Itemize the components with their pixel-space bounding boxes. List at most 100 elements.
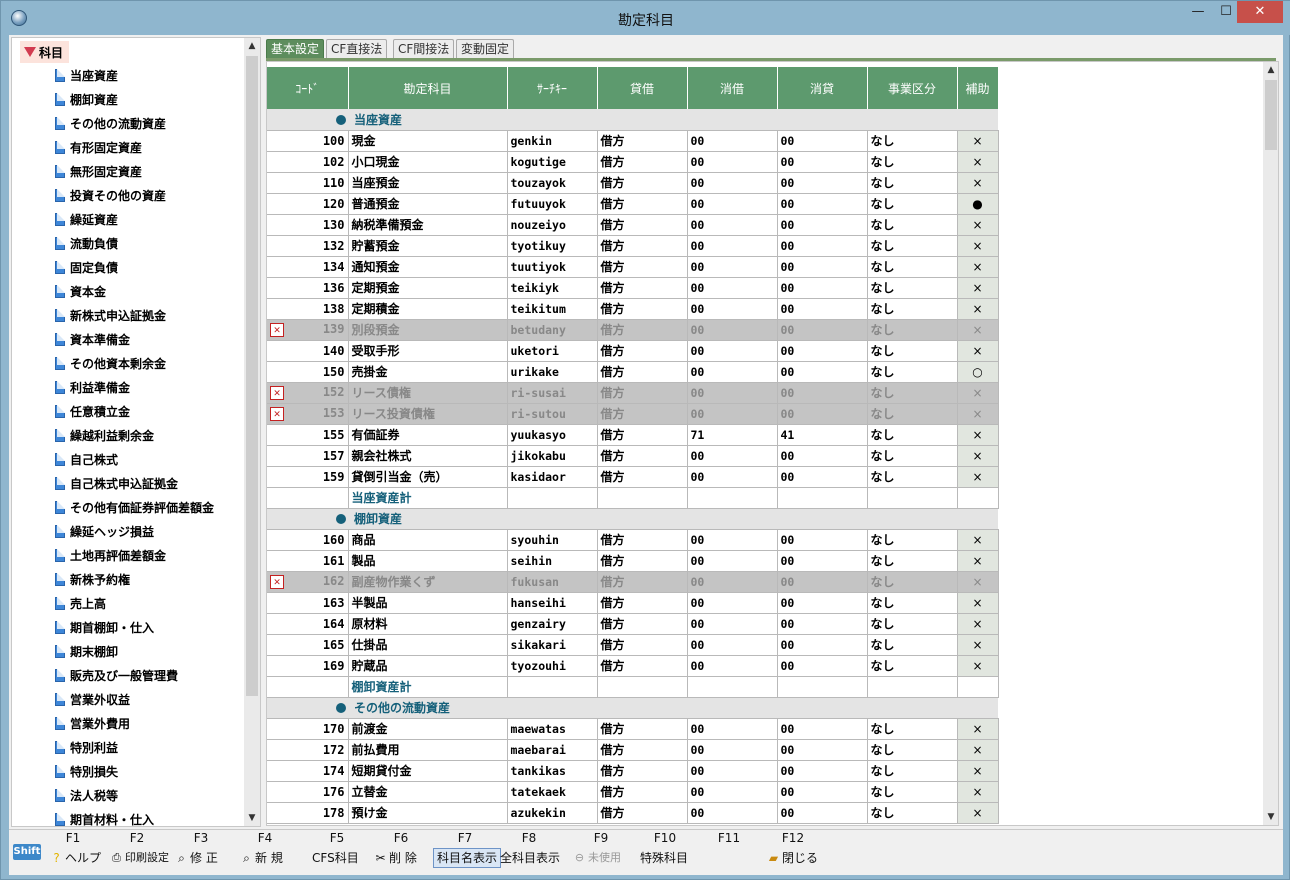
jigyo-cell[interactable]: なし (867, 571, 958, 593)
tree-item[interactable]: 自己株式 (55, 448, 118, 470)
shoshaku-cell[interactable]: 00 (687, 634, 778, 656)
hojo-cell[interactable]: × (957, 130, 999, 152)
account-name-cell[interactable]: 製品 (348, 550, 508, 572)
code-cell[interactable]: 110 (267, 172, 349, 194)
hojo-cell[interactable]: × (957, 235, 999, 257)
tree-item[interactable]: 期首材料・仕入 (55, 808, 154, 826)
help-button[interactable]: ? ヘルプ (47, 848, 104, 868)
tree-item[interactable]: 有形固定資産 (55, 136, 142, 158)
taishaku-cell[interactable]: 借方 (597, 466, 688, 488)
account-row[interactable]: 100 現金 genkin 借方 00 00 なし × (267, 130, 999, 152)
tab-basic-settings[interactable]: 基本設定 (266, 39, 325, 59)
hojo-cell[interactable]: × (957, 382, 999, 404)
tree-item[interactable]: 販売及び一般管理費 (55, 664, 178, 686)
jigyo-cell[interactable]: なし (867, 361, 958, 383)
account-name-cell[interactable]: 前渡金 (348, 718, 508, 740)
close-button[interactable]: ▰ 閉じる (764, 848, 821, 868)
shotai-cell[interactable]: 00 (777, 592, 868, 614)
hojo-cell[interactable]: × (957, 466, 999, 488)
code-cell[interactable]: 163 (267, 592, 349, 614)
col-header-taishaku[interactable]: 貸借 (597, 67, 688, 109)
tree-item[interactable]: 流動負債 (55, 232, 118, 254)
shotai-cell[interactable]: 00 (777, 529, 868, 551)
jigyo-cell[interactable]: なし (867, 382, 958, 404)
account-row[interactable]: ✕ 153 リース投資債権 ri-sutou 借方 00 00 なし × (267, 403, 999, 425)
shotai-cell[interactable]: 00 (777, 151, 868, 173)
tree-item[interactable]: 期末棚卸 (55, 640, 118, 662)
code-cell[interactable]: 140 (267, 340, 349, 362)
close-window-button[interactable]: ✕ (1237, 1, 1283, 23)
shoshaku-cell[interactable]: 00 (687, 256, 778, 278)
code-cell[interactable]: 176 (267, 781, 349, 803)
account-name-cell[interactable]: 預け金 (348, 802, 508, 824)
col-header-jigyo[interactable]: 事業区分 (867, 67, 958, 109)
jigyo-cell[interactable]: なし (867, 634, 958, 656)
edit-button[interactable]: ⌕ 修 正 (172, 848, 221, 868)
jigyo-cell[interactable]: なし (867, 529, 958, 551)
account-name-cell[interactable]: 貸倒引当金（売） (348, 466, 508, 488)
shotai-cell[interactable]: 00 (777, 445, 868, 467)
shotai-cell[interactable]: 00 (777, 256, 868, 278)
search-key-cell[interactable]: touzayok (507, 172, 598, 194)
hojo-cell[interactable]: × (957, 718, 999, 740)
hojo-cell[interactable]: × (957, 634, 999, 656)
search-key-cell[interactable]: urikake (507, 361, 598, 383)
account-row[interactable]: 134 通知預金 tuutiyok 借方 00 00 なし × (267, 256, 999, 278)
taishaku-cell[interactable]: 借方 (597, 718, 688, 740)
search-key-cell[interactable]: tyotikuy (507, 235, 598, 257)
tree-item[interactable]: その他資本剰余金 (55, 352, 166, 374)
grid-scroll-down-icon[interactable]: ▼ (1263, 809, 1278, 825)
shoshaku-cell[interactable]: 00 (687, 193, 778, 215)
taishaku-cell[interactable]: 借方 (597, 235, 688, 257)
search-key-cell[interactable]: tankikas (507, 760, 598, 782)
account-row[interactable]: 120 普通預金 futuuyok 借方 00 00 なし ● (267, 193, 999, 215)
hojo-cell[interactable]: × (957, 298, 999, 320)
account-name-cell[interactable]: 定期預金 (348, 277, 508, 299)
tree-item[interactable]: 自己株式申込証拠金 (55, 472, 178, 494)
tree-item[interactable]: 土地再評価差額金 (55, 544, 166, 566)
hojo-cell[interactable]: × (957, 760, 999, 782)
jigyo-cell[interactable]: なし (867, 550, 958, 572)
jigyo-cell[interactable]: なし (867, 319, 958, 341)
account-row[interactable]: 178 預け金 azukekin 借方 00 00 なし × (267, 802, 999, 824)
search-key-cell[interactable]: genkin (507, 130, 598, 152)
hojo-cell[interactable]: × (957, 256, 999, 278)
account-row[interactable]: 155 有価証券 yuukasyo 借方 71 41 なし × (267, 424, 999, 446)
account-row[interactable]: ✕ 139 別段預金 betudany 借方 00 00 なし × (267, 319, 999, 341)
shoshaku-cell[interactable]: 00 (687, 319, 778, 341)
cfs-account-button[interactable]: CFS科目 (309, 848, 362, 868)
taishaku-cell[interactable]: 借方 (597, 193, 688, 215)
account-name-cell[interactable]: 原材料 (348, 613, 508, 635)
taishaku-cell[interactable]: 借方 (597, 802, 688, 824)
jigyo-cell[interactable]: なし (867, 655, 958, 677)
search-key-cell[interactable]: tuutiyok (507, 256, 598, 278)
tree-item[interactable]: 繰延資産 (55, 208, 118, 230)
tree-item[interactable]: 売上高 (55, 592, 106, 614)
account-row[interactable]: 130 納税準備預金 nouzeiyo 借方 00 00 なし × (267, 214, 999, 236)
hojo-cell[interactable]: × (957, 277, 999, 299)
tree-item[interactable]: 特別利益 (55, 736, 118, 758)
taishaku-cell[interactable]: 借方 (597, 277, 688, 299)
hojo-cell[interactable]: × (957, 319, 999, 341)
hojo-cell[interactable]: × (957, 781, 999, 803)
jigyo-cell[interactable]: なし (867, 130, 958, 152)
account-name-cell[interactable]: 短期貸付金 (348, 760, 508, 782)
shoshaku-cell[interactable]: 00 (687, 403, 778, 425)
taishaku-cell[interactable]: 借方 (597, 445, 688, 467)
search-key-cell[interactable]: nouzeiyo (507, 214, 598, 236)
jigyo-cell[interactable]: なし (867, 193, 958, 215)
jigyo-cell[interactable]: なし (867, 613, 958, 635)
search-key-cell[interactable]: hanseihi (507, 592, 598, 614)
shotai-cell[interactable]: 00 (777, 277, 868, 299)
jigyo-cell[interactable]: なし (867, 256, 958, 278)
tree-item[interactable]: その他の流動資産 (55, 112, 166, 134)
account-row[interactable]: 169 貯蔵品 tyozouhi 借方 00 00 なし × (267, 655, 999, 677)
account-name-cell[interactable]: 売掛金 (348, 361, 508, 383)
tree-item[interactable]: 無形固定資産 (55, 160, 142, 182)
new-button[interactable]: ⌕ 新 規 (237, 848, 286, 868)
account-row[interactable]: 150 売掛金 urikake 借方 00 00 なし ○ (267, 361, 999, 383)
search-key-cell[interactable]: maewatas (507, 718, 598, 740)
account-name-cell[interactable]: 納税準備預金 (348, 214, 508, 236)
jigyo-cell[interactable]: なし (867, 445, 958, 467)
code-cell[interactable]: ✕ 152 (267, 382, 349, 404)
